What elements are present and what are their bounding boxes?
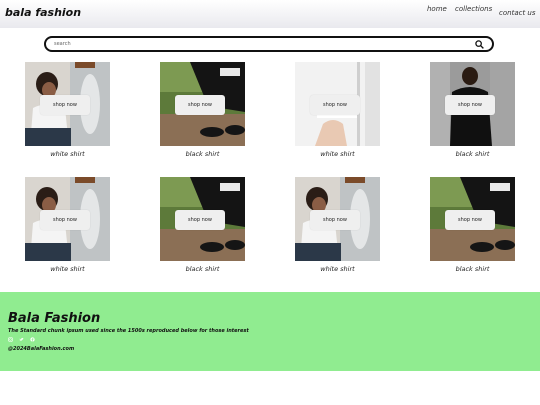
product-card: shop now bbox=[160, 62, 245, 146]
facebook-icon[interactable] bbox=[30, 337, 35, 342]
shop-now-button[interactable]: shop now bbox=[445, 95, 495, 115]
product-card: shop now bbox=[160, 177, 245, 261]
instagram-icon[interactable] bbox=[8, 337, 13, 342]
search-bar bbox=[44, 36, 494, 52]
twitter-icon[interactable] bbox=[19, 337, 24, 342]
shop-now-button[interactable]: shop now bbox=[175, 210, 225, 230]
footer-copyright: @2024BalaFashion.com bbox=[8, 346, 75, 352]
brand-logo[interactable]: bala fashion bbox=[5, 6, 81, 19]
footer-description: The Standard chunk ipsum used since the … bbox=[8, 328, 249, 334]
nav-home[interactable]: home bbox=[427, 5, 447, 13]
shop-now-button[interactable]: shop now bbox=[40, 210, 90, 230]
shop-now-button[interactable]: shop now bbox=[310, 95, 360, 115]
product-card: shop now bbox=[25, 62, 110, 146]
product-card: shop now bbox=[25, 177, 110, 261]
shop-now-button[interactable]: shop now bbox=[310, 210, 360, 230]
shop-now-button[interactable]: shop now bbox=[175, 95, 225, 115]
shop-now-button[interactable]: shop now bbox=[445, 210, 495, 230]
product-caption: black shirt bbox=[455, 265, 490, 273]
header: bala fashion home collections contact us bbox=[0, 0, 540, 28]
product-caption: black shirt bbox=[185, 150, 220, 158]
nav-collections[interactable]: collections bbox=[455, 5, 492, 13]
product-card: shop now bbox=[295, 62, 380, 146]
product-caption: white shirt bbox=[50, 150, 85, 158]
product-caption: white shirt bbox=[50, 265, 85, 273]
nav-contact-us[interactable]: contact us bbox=[499, 9, 536, 17]
product-caption: black shirt bbox=[455, 150, 490, 158]
product-card: shop now bbox=[430, 62, 515, 146]
product-card: shop now bbox=[430, 177, 515, 261]
footer-title: Bala Fashion bbox=[8, 311, 101, 326]
social-icons bbox=[8, 337, 36, 343]
product-caption: black shirt bbox=[185, 265, 220, 273]
footer: Bala Fashion The Standard chunk ipsum us… bbox=[0, 292, 540, 371]
search-input[interactable] bbox=[54, 39, 454, 49]
product-card: shop now bbox=[295, 177, 380, 261]
shop-now-button[interactable]: shop now bbox=[40, 95, 90, 115]
product-caption: white shirt bbox=[320, 265, 355, 273]
search-icon[interactable] bbox=[475, 40, 484, 49]
product-caption: white shirt bbox=[320, 150, 355, 158]
